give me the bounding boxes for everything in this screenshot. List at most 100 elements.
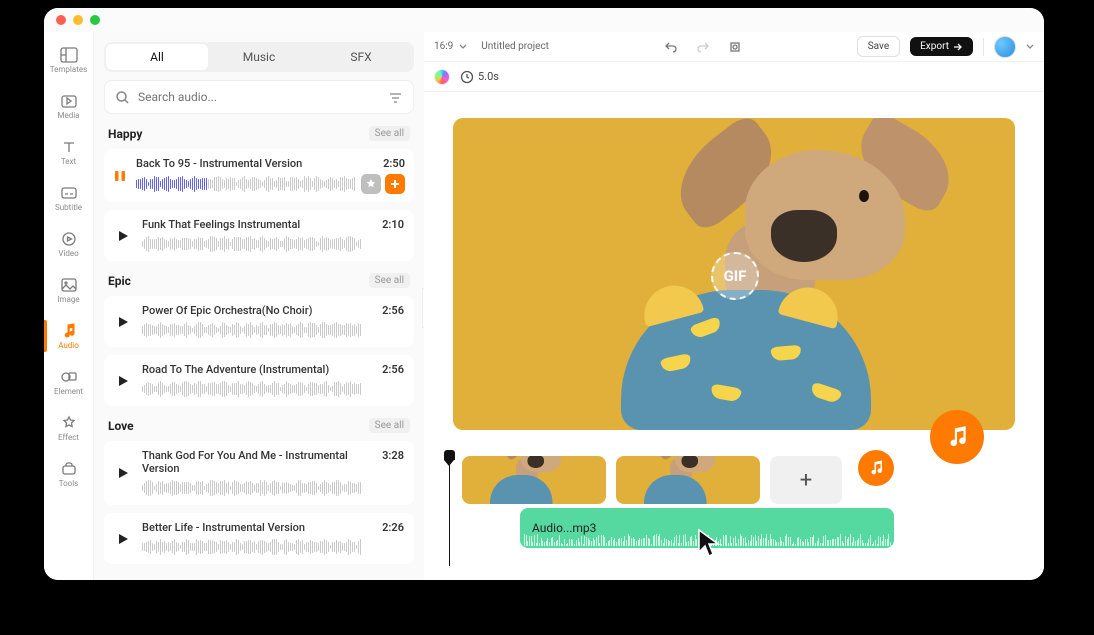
sidebar: Templates Media Text Subtitle Video Imag… bbox=[44, 32, 94, 580]
sidebar-label: Templates bbox=[50, 65, 87, 74]
search-bar[interactable] bbox=[104, 80, 414, 114]
video-icon bbox=[59, 230, 79, 248]
crop-button[interactable] bbox=[724, 36, 746, 58]
track-title: Thank God For You And Me - Instrumental … bbox=[142, 449, 382, 475]
project-title[interactable]: Untitled project bbox=[481, 41, 549, 52]
sidebar-label: Element bbox=[54, 387, 83, 396]
sidebar-item-effect[interactable]: Effect bbox=[44, 406, 94, 450]
sidebar-label: Audio bbox=[58, 341, 79, 350]
audio-track[interactable]: Back To 95 - Instrumental Version2:50 bbox=[104, 149, 414, 202]
save-button[interactable]: Save bbox=[857, 36, 900, 57]
waveform bbox=[142, 235, 404, 253]
sidebar-item-templates[interactable]: Templates bbox=[44, 38, 94, 82]
pause-button[interactable] bbox=[114, 167, 126, 185]
canvas-area: 16:9 Untitled project Save Export bbox=[424, 32, 1044, 580]
sidebar-item-video[interactable]: Video bbox=[44, 222, 94, 266]
waveform bbox=[142, 479, 404, 497]
sidebar-item-media[interactable]: Media bbox=[44, 84, 94, 128]
audio-track[interactable]: Power Of Epic Orchestra(No Choir) 2:56 bbox=[104, 296, 414, 347]
duration-value: 5.0s bbox=[478, 70, 499, 83]
add-button[interactable] bbox=[385, 174, 405, 194]
category-title: Love bbox=[108, 419, 134, 433]
window-zoom-icon[interactable] bbox=[90, 15, 100, 25]
redo-button[interactable] bbox=[692, 36, 714, 58]
chevron-down-icon bbox=[459, 43, 467, 51]
add-clip-button[interactable]: + bbox=[770, 456, 842, 504]
sidebar-label: Media bbox=[57, 111, 79, 120]
track-duration: 2:26 bbox=[382, 521, 404, 534]
waveform bbox=[142, 380, 404, 398]
track-duration: 2:10 bbox=[382, 218, 404, 231]
sidebar-label: Image bbox=[57, 295, 79, 304]
sidebar-item-subtitle[interactable]: Subtitle bbox=[44, 176, 94, 220]
sidebar-label: Effect bbox=[58, 433, 79, 442]
video-clip[interactable] bbox=[462, 456, 606, 504]
see-all-button[interactable]: See all bbox=[369, 126, 410, 141]
window-minimize-icon[interactable] bbox=[73, 15, 83, 25]
templates-icon bbox=[59, 46, 79, 64]
search-icon bbox=[115, 90, 130, 105]
audio-icon bbox=[59, 322, 79, 340]
preview-image bbox=[511, 150, 901, 430]
sidebar-item-element[interactable]: Element bbox=[44, 360, 94, 404]
category-title: Epic bbox=[108, 274, 131, 288]
sidebar-item-tools[interactable]: Tools bbox=[44, 452, 94, 496]
play-button[interactable] bbox=[114, 313, 132, 331]
play-button[interactable] bbox=[114, 464, 132, 482]
see-all-button[interactable]: See all bbox=[369, 273, 410, 288]
clock-icon bbox=[460, 70, 474, 84]
category-header-love: Love See all bbox=[104, 414, 414, 433]
audio-track[interactable]: Better Life - Instrumental Version2:26 bbox=[104, 513, 414, 564]
sidebar-item-image[interactable]: Image bbox=[44, 268, 94, 312]
chevron-down-icon[interactable] bbox=[1026, 43, 1034, 51]
track-duration: 2:56 bbox=[382, 363, 404, 376]
preview-canvas[interactable]: GIF bbox=[424, 92, 1044, 450]
track-title: Road To The Adventure (Instrumental) bbox=[142, 363, 329, 376]
filter-icon[interactable] bbox=[388, 90, 403, 105]
see-all-button[interactable]: See all bbox=[369, 418, 410, 433]
audio-track[interactable]: Funk That Feelings Instrumental 2:10 bbox=[104, 210, 414, 261]
gif-badge: GIF bbox=[711, 252, 759, 300]
audio-track[interactable]: Road To The Adventure (Instrumental) 2:56 bbox=[104, 355, 414, 406]
play-button[interactable] bbox=[114, 227, 132, 245]
text-icon bbox=[59, 138, 79, 156]
aspect-ratio-selector[interactable]: 16:9 bbox=[434, 41, 453, 52]
track-title: Back To 95 - Instrumental Version bbox=[136, 157, 302, 170]
waveform bbox=[142, 538, 404, 556]
sidebar-item-text[interactable]: Text bbox=[44, 130, 94, 174]
search-input[interactable] bbox=[138, 90, 380, 104]
timeline[interactable]: + Audio...mp3 bbox=[424, 450, 1044, 580]
favorite-button[interactable] bbox=[361, 174, 381, 194]
export-button[interactable]: Export bbox=[910, 37, 973, 56]
track-duration: 2:56 bbox=[382, 304, 404, 317]
tools-icon bbox=[59, 460, 79, 478]
tab-all[interactable]: All bbox=[106, 44, 208, 70]
duration-control[interactable]: 5.0s bbox=[460, 70, 499, 84]
music-badge-icon bbox=[930, 410, 984, 464]
waveform bbox=[142, 321, 404, 339]
waveform bbox=[136, 175, 355, 193]
play-button[interactable] bbox=[114, 530, 132, 548]
window-close-icon[interactable] bbox=[56, 15, 66, 25]
track-title: Funk That Feelings Instrumental bbox=[142, 218, 300, 231]
video-clip[interactable] bbox=[616, 456, 760, 504]
sidebar-label: Subtitle bbox=[55, 203, 82, 212]
category-title: Happy bbox=[108, 127, 142, 141]
color-swatch[interactable] bbox=[434, 69, 450, 85]
track-title: Power Of Epic Orchestra(No Choir) bbox=[142, 304, 312, 317]
sidebar-label: Video bbox=[58, 249, 78, 258]
element-icon bbox=[59, 368, 79, 386]
panel-collapse-button[interactable] bbox=[422, 288, 424, 328]
undo-button[interactable] bbox=[660, 36, 682, 58]
tab-sfx[interactable]: SFX bbox=[310, 44, 412, 70]
tab-music[interactable]: Music bbox=[208, 44, 310, 70]
effect-icon bbox=[59, 414, 79, 432]
video-preview: GIF bbox=[453, 118, 1015, 430]
audio-track[interactable]: Thank God For You And Me - Instrumental … bbox=[104, 441, 414, 505]
track-duration: 3:28 bbox=[382, 449, 404, 475]
playhead[interactable] bbox=[449, 452, 450, 566]
sidebar-item-audio[interactable]: Audio bbox=[44, 314, 94, 358]
user-avatar[interactable] bbox=[994, 36, 1016, 58]
context-toolbar: 5.0s bbox=[424, 62, 1044, 92]
play-button[interactable] bbox=[114, 372, 132, 390]
